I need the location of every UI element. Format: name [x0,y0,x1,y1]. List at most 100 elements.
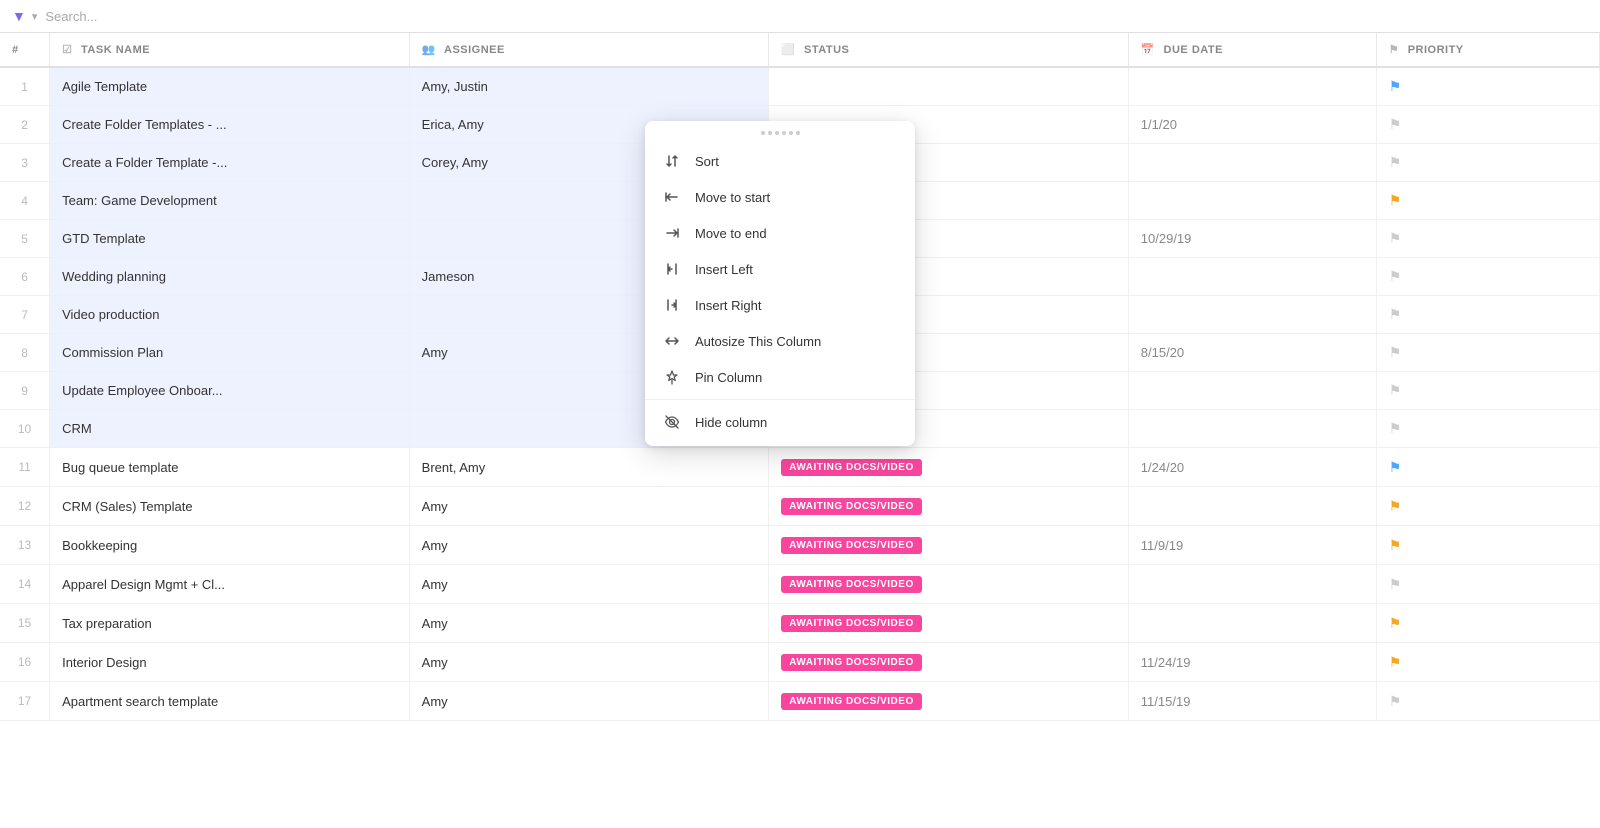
menu-item-insert-left[interactable]: Insert Left [645,251,915,287]
row-task[interactable]: Tax preparation [50,604,410,643]
row-task[interactable]: Apartment search template [50,682,410,721]
priority-flag-icon: ⚑ [1389,344,1402,360]
col-header-priority[interactable]: ⚑ PRIORITY [1376,33,1599,67]
search-placeholder[interactable]: Search... [45,9,97,24]
priority-flag-icon: ⚑ [1389,154,1402,170]
row-task[interactable]: Team: Game Development [50,182,410,220]
row-status: AWAITING DOCS/VIDEO [769,487,1129,526]
row-duedate [1128,296,1376,334]
row-num: 4 [0,182,50,220]
row-task[interactable]: Update Employee Onboar... [50,372,410,410]
menu-drag-handle [645,127,915,143]
row-num: 9 [0,372,50,410]
col-header-num[interactable]: # [0,33,50,67]
row-task[interactable]: GTD Template [50,220,410,258]
table-row[interactable]: 1Agile TemplateAmy, Justin ⚑ [0,67,1600,106]
col-header-status[interactable]: ⬜ STATUS [769,33,1129,67]
col-header-duedate[interactable]: 📅 DUE DATE [1128,33,1376,67]
row-priority: ⚑ [1376,604,1599,643]
col-header-assignee[interactable]: 👥 ASSIGNEE [409,33,769,67]
menu-item-move-start[interactable]: Move to start [645,179,915,215]
row-task[interactable]: CRM [50,410,410,448]
priority-flag-icon: ⚑ [1389,268,1402,284]
row-num: 8 [0,334,50,372]
row-priority: ⚑ [1376,67,1599,106]
table-row[interactable]: 13BookkeepingAmyAWAITING DOCS/VIDEO11/9/… [0,526,1600,565]
row-priority: ⚑ [1376,487,1599,526]
row-duedate [1128,487,1376,526]
row-duedate [1128,67,1376,106]
status-badge: AWAITING DOCS/VIDEO [781,654,922,671]
menu-label-insert-right: Insert Right [695,298,761,313]
status-badge: AWAITING DOCS/VIDEO [781,537,922,554]
menu-item-autosize[interactable]: Autosize This Column [645,323,915,359]
table-row[interactable]: 14Apparel Design Mgmt + Cl...AmyAWAITING… [0,565,1600,604]
row-task[interactable]: Interior Design [50,643,410,682]
row-duedate: 11/15/19 [1128,682,1376,721]
insert-right-icon [663,297,681,313]
row-duedate: 11/9/19 [1128,526,1376,565]
row-duedate [1128,182,1376,220]
menu-label-hide-column: Hide column [695,415,767,430]
menu-item-hide-column[interactable]: Hide column [645,404,915,440]
priority-flag-icon: ⚑ [1389,459,1402,475]
menu-item-move-end[interactable]: Move to end [645,215,915,251]
row-task[interactable]: Video production [50,296,410,334]
row-priority: ⚑ [1376,643,1599,682]
priority-flag-icon: ⚑ [1389,306,1402,322]
col-header-task[interactable]: ☑ TASK NAME [50,33,410,67]
row-task[interactable]: Bookkeeping [50,526,410,565]
sort-icon [663,153,681,169]
menu-label-autosize: Autosize This Column [695,334,821,349]
duedate-col-icon: 📅 [1141,44,1155,56]
row-status: AWAITING DOCS/VIDEO [769,604,1129,643]
row-assignee: Amy, Justin [409,67,769,106]
row-duedate: 11/24/19 [1128,643,1376,682]
priority-col-icon: ⚑ [1389,44,1399,56]
menu-item-insert-right[interactable]: Insert Right [645,287,915,323]
table-row[interactable]: 12CRM (Sales) TemplateAmyAWAITING DOCS/V… [0,487,1600,526]
row-assignee: Amy [409,565,769,604]
row-task[interactable]: Bug queue template [50,448,410,487]
row-priority: ⚑ [1376,220,1599,258]
row-task[interactable]: Commission Plan [50,334,410,372]
row-num: 11 [0,448,50,487]
row-duedate [1128,565,1376,604]
row-num: 14 [0,565,50,604]
table-row[interactable]: 17Apartment search templateAmyAWAITING D… [0,682,1600,721]
row-status: AWAITING DOCS/VIDEO [769,526,1129,565]
menu-item-sort[interactable]: Sort [645,143,915,179]
drag-dots [761,131,800,135]
priority-flag-icon: ⚑ [1389,420,1402,436]
row-duedate [1128,410,1376,448]
filter-icon[interactable]: ▼ [12,8,26,24]
row-num: 2 [0,106,50,144]
table-row[interactable]: 15Tax preparationAmyAWAITING DOCS/VIDEO⚑ [0,604,1600,643]
row-priority: ⚑ [1376,410,1599,448]
priority-flag-icon: ⚑ [1389,192,1402,208]
priority-flag-icon: ⚑ [1389,116,1402,132]
row-num: 17 [0,682,50,721]
row-task[interactable]: Create a Folder Template -... [50,144,410,182]
table-row[interactable]: 16Interior DesignAmyAWAITING DOCS/VIDEO1… [0,643,1600,682]
menu-item-pin-column[interactable]: Pin Column [645,359,915,395]
row-task[interactable]: Agile Template [50,67,410,106]
row-task[interactable]: CRM (Sales) Template [50,487,410,526]
row-duedate: 1/24/20 [1128,448,1376,487]
row-task[interactable]: Create Folder Templates - ... [50,106,410,144]
menu-divider [645,399,915,400]
row-num: 12 [0,487,50,526]
priority-flag-icon: ⚑ [1389,498,1402,514]
row-num: 10 [0,410,50,448]
row-priority: ⚑ [1376,258,1599,296]
row-priority: ⚑ [1376,144,1599,182]
row-status: AWAITING DOCS/VIDEO [769,643,1129,682]
table-row[interactable]: 11Bug queue templateBrent, AmyAWAITING D… [0,448,1600,487]
row-task[interactable]: Wedding planning [50,258,410,296]
row-num: 5 [0,220,50,258]
row-num: 3 [0,144,50,182]
toolbar: ▼ ▾ Search... [0,0,1600,33]
row-num: 1 [0,67,50,106]
row-task[interactable]: Apparel Design Mgmt + Cl... [50,565,410,604]
row-duedate [1128,604,1376,643]
